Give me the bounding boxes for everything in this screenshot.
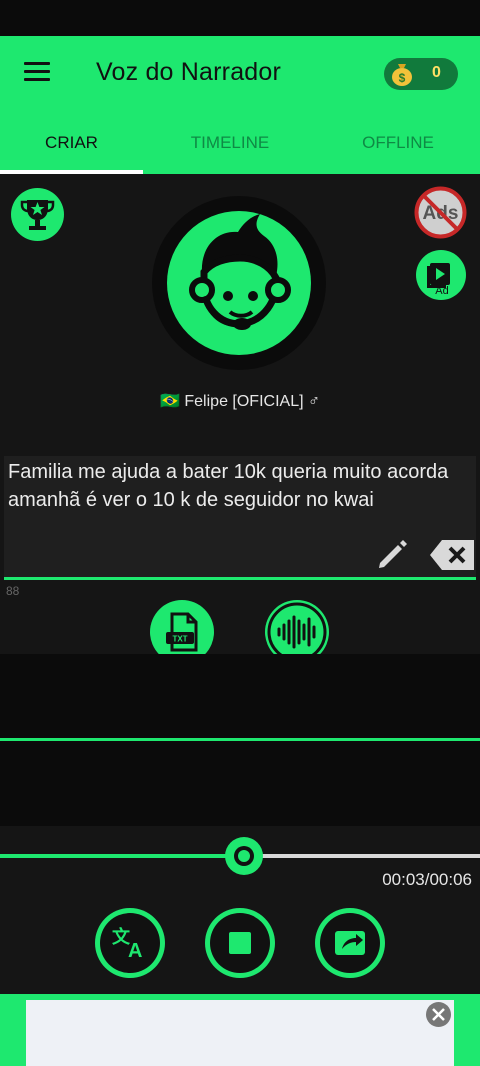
translate-icon: 文 A <box>112 926 142 962</box>
seekbar-thumb[interactable] <box>225 837 263 875</box>
svg-text:$: $ <box>399 71 406 85</box>
svg-text:TXT: TXT <box>172 635 187 644</box>
svg-text:A: A <box>128 940 142 962</box>
trophy-icon[interactable] <box>11 188 64 241</box>
backspace-icon[interactable] <box>430 538 476 572</box>
tab-indicator <box>0 170 143 174</box>
video-ad-badge: Ad <box>435 285 448 297</box>
pencil-icon[interactable] <box>374 537 410 573</box>
tab-timeline[interactable]: TIMELINE <box>160 133 300 153</box>
narrator-avatar-icon <box>152 196 326 370</box>
stop-icon <box>229 932 251 954</box>
share-button[interactable] <box>315 908 385 978</box>
voice-name-label[interactable]: 🇧🇷 Felipe [OFICIAL] ♂ <box>0 391 480 411</box>
seekbar-progress[interactable] <box>0 854 244 858</box>
secondary-panel-divider <box>0 738 480 741</box>
translate-button[interactable]: 文 A <box>95 908 165 978</box>
video-ad-icon[interactable]: Ad <box>416 250 466 300</box>
share-icon <box>335 931 365 955</box>
ad-banner[interactable] <box>26 1000 454 1066</box>
coin-balance-badge[interactable]: $ 0 <box>384 58 458 90</box>
seekbar-remaining[interactable] <box>244 854 480 858</box>
playback-time: 00:03/00:06 <box>382 870 472 889</box>
status-bar <box>0 0 480 36</box>
hamburger-menu-icon[interactable] <box>24 62 50 82</box>
no-ads-icon[interactable]: Ads <box>414 186 467 239</box>
close-icon[interactable] <box>426 1002 451 1027</box>
coin-count: 0 <box>432 64 441 81</box>
text-input-underline <box>4 577 476 580</box>
app-title: Voz do Narrador <box>96 58 282 86</box>
narration-text[interactable]: Familia me ajuda a bater 10k queria muit… <box>8 458 458 514</box>
tab-offline[interactable]: OFFLINE <box>330 133 466 153</box>
money-bag-icon: $ <box>392 64 412 86</box>
tab-criar[interactable]: CRIAR <box>0 133 143 153</box>
character-count: 88 <box>6 584 20 598</box>
stop-button[interactable] <box>205 908 275 978</box>
tab-bar: CRIAR TIMELINE OFFLINE <box>0 108 480 174</box>
